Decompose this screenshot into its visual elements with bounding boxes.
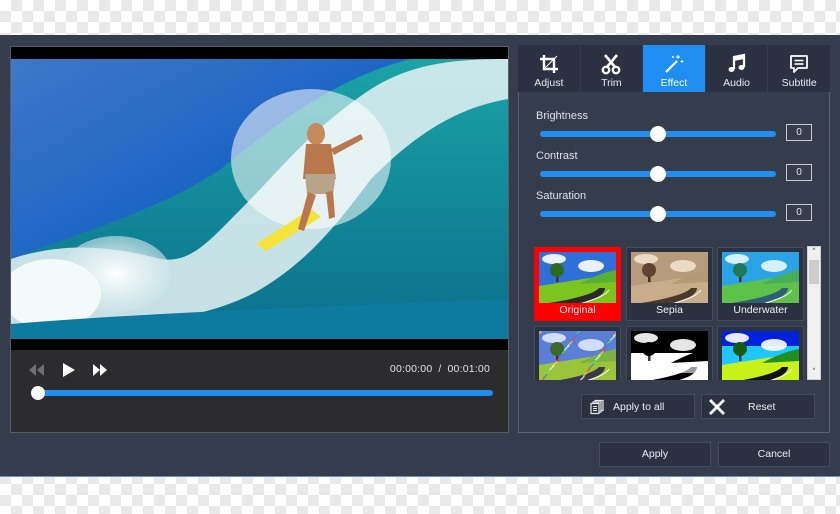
tab-label: Adjust bbox=[534, 77, 564, 89]
tab-adjust[interactable]: Adjust bbox=[518, 45, 580, 92]
cancel-button[interactable]: Cancel bbox=[718, 442, 830, 467]
music-note-icon bbox=[706, 52, 768, 76]
effect-item-sepia[interactable]: Sepia bbox=[626, 247, 713, 321]
effect-item-original[interactable]: Original bbox=[534, 247, 621, 321]
effect-thumbnail bbox=[631, 331, 708, 380]
video-frame-image bbox=[11, 59, 508, 339]
apply-button[interactable]: Apply bbox=[599, 442, 711, 467]
contrast-label: Contrast bbox=[536, 150, 578, 162]
total-time: 00:01:00 bbox=[447, 363, 490, 375]
tab-label: Subtitle bbox=[781, 77, 817, 89]
fast-forward-icon bbox=[93, 364, 107, 376]
reset-label: Reset bbox=[748, 401, 776, 413]
editor-tabs: Adjust Trim Effect Audio Subtitle bbox=[518, 45, 830, 92]
play-icon bbox=[63, 363, 75, 377]
effect-item[interactable] bbox=[717, 326, 804, 380]
scroll-up-arrow-icon[interactable]: ˄ bbox=[808, 247, 820, 259]
contrast-value-field[interactable]: 0 bbox=[786, 164, 812, 181]
copy-pages-icon bbox=[590, 399, 604, 415]
effect-thumbnail bbox=[539, 331, 616, 380]
slider-handle[interactable] bbox=[650, 206, 666, 222]
brightness-value-field[interactable]: 0 bbox=[786, 124, 812, 141]
crop-icon bbox=[518, 52, 580, 76]
scroll-down-arrow-icon[interactable]: ˅ bbox=[808, 367, 820, 379]
progress-track bbox=[35, 390, 493, 396]
effect-thumbnail bbox=[722, 331, 799, 380]
tab-effect[interactable]: Effect bbox=[643, 45, 705, 92]
saturation-control: Saturation 0 bbox=[536, 190, 821, 226]
tab-label: Audio bbox=[723, 77, 750, 89]
video-screen bbox=[11, 47, 508, 350]
effect-label: Sepia bbox=[656, 304, 683, 316]
saturation-slider[interactable] bbox=[540, 206, 776, 222]
video-editor-window: 00:00:00 / 00:01:00 Adjust Trim Effect Audio S… bbox=[0, 35, 840, 477]
effect-thumbnail bbox=[539, 252, 616, 303]
effect-item-underwater[interactable]: Underwater bbox=[717, 247, 804, 321]
scrollbar-thumb[interactable] bbox=[809, 260, 819, 284]
tab-trim[interactable]: Trim bbox=[580, 45, 643, 92]
effect-panel: Brightness 0 Contrast 0 Saturation 0 Original… bbox=[518, 92, 830, 433]
saturation-value-field[interactable]: 0 bbox=[786, 204, 812, 221]
rewind-icon bbox=[29, 364, 44, 376]
play-button[interactable] bbox=[59, 360, 81, 380]
playback-controls: 00:00:00 / 00:01:00 bbox=[11, 350, 508, 432]
effect-gallery: Original Sepia Underwater bbox=[534, 247, 805, 380]
slider-handle[interactable] bbox=[650, 166, 666, 182]
contrast-slider[interactable] bbox=[540, 166, 776, 182]
playback-progress-slider[interactable] bbox=[31, 386, 493, 400]
slider-handle[interactable] bbox=[650, 126, 666, 142]
effect-item[interactable] bbox=[534, 326, 621, 380]
effect-label: Underwater bbox=[733, 304, 788, 316]
scissors-icon bbox=[581, 52, 643, 76]
reset-button[interactable]: Reset bbox=[701, 394, 815, 419]
effect-thumbnail bbox=[722, 252, 799, 303]
effect-thumbnail bbox=[631, 252, 708, 303]
effect-item[interactable] bbox=[626, 326, 713, 380]
effect-gallery-scrollbar[interactable]: ˄ ˅ bbox=[807, 246, 821, 380]
effect-label: Original bbox=[559, 304, 596, 316]
time-separator: / bbox=[438, 363, 442, 375]
close-x-icon bbox=[709, 399, 725, 415]
tab-label: Effect bbox=[660, 77, 688, 89]
apply-to-all-button[interactable]: Apply to all bbox=[581, 394, 695, 419]
video-preview-panel: 00:00:00 / 00:01:00 bbox=[10, 46, 509, 433]
rewind-button[interactable] bbox=[27, 360, 49, 380]
tab-label: Trim bbox=[601, 77, 622, 89]
brightness-control: Brightness 0 bbox=[536, 110, 821, 146]
magic-wand-icon bbox=[643, 52, 705, 76]
current-time: 00:00:00 bbox=[389, 363, 433, 375]
tab-audio[interactable]: Audio bbox=[705, 45, 768, 92]
contrast-control: Contrast 0 bbox=[536, 150, 821, 186]
progress-handle[interactable] bbox=[31, 386, 45, 400]
brightness-slider[interactable] bbox=[540, 126, 776, 142]
tab-subtitle[interactable]: Subtitle bbox=[768, 45, 830, 92]
fast-forward-button[interactable] bbox=[90, 360, 112, 380]
brightness-label: Brightness bbox=[536, 110, 588, 122]
apply-to-all-label: Apply to all bbox=[613, 401, 665, 413]
time-display: 00:00:00 / 00:01:00 bbox=[390, 363, 490, 375]
subtitle-icon bbox=[768, 52, 830, 76]
saturation-label: Saturation bbox=[536, 190, 587, 202]
